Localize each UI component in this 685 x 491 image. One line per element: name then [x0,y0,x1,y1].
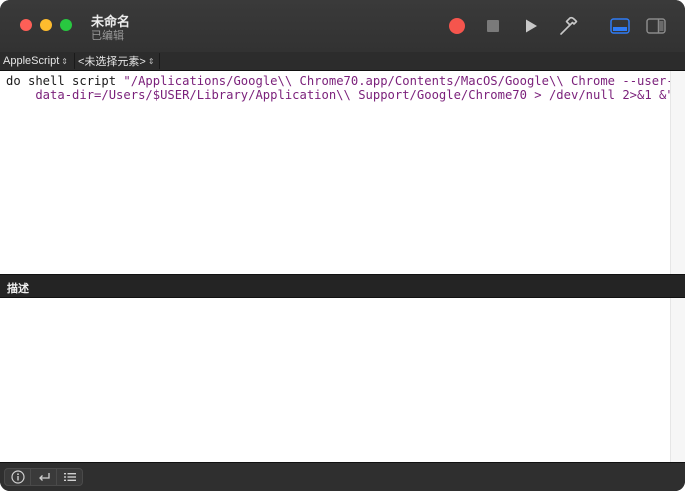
view-segmented-control [4,468,83,486]
close-window-button[interactable] [20,19,32,31]
description-label: 描述 [7,283,29,295]
minimize-window-button[interactable] [40,19,52,31]
zoom-window-button[interactable] [60,19,72,31]
editor-scrollbar[interactable] [670,71,685,274]
up-down-chevron-icon: ⇕ [147,56,155,66]
compile-button[interactable] [557,15,579,37]
title-bar: 未命名 已编辑 [0,0,685,53]
sidebar-icon [646,18,666,34]
language-popup-label: AppleScript [3,55,60,67]
navigation-bar: AppleScript ⇕ <未选择元素> ⇕ [0,52,685,71]
reply-icon [38,473,50,481]
script-editor-window: 未命名 已编辑 AppleScript ⇕ <未选择元素> ⇕ do shell… [0,0,685,491]
stop-icon [487,20,499,32]
show-log-button[interactable] [609,15,631,37]
code-string-line2: data-dir=/Users/$USER/Library/Applicatio… [6,88,674,102]
events-list-button[interactable] [57,469,82,485]
element-popup-label: <未选择元素> [78,56,146,68]
window-subtitle: 已编辑 [91,30,124,42]
code-string-line1: "/Applications/Google\\ Chrome70.app/Con… [123,74,674,88]
description-field[interactable] [0,298,670,462]
info-button[interactable] [5,469,31,485]
stop-button[interactable] [482,15,504,37]
script-editor[interactable]: do shell script "/Applications/Google\\ … [0,71,674,274]
list-icon [63,473,76,481]
bottom-bar [0,462,685,491]
script-code: do shell script "/Applications/Google\\ … [6,74,674,102]
run-button[interactable] [520,15,542,37]
record-icon [449,18,465,34]
code-command: do shell script [6,74,124,88]
up-down-chevron-icon: ⇕ [61,56,68,66]
description-scrollbar[interactable] [670,298,685,462]
record-button[interactable] [446,15,468,37]
description-header[interactable]: 描述 [0,274,685,298]
language-popup[interactable]: AppleScript ⇕ [0,53,75,69]
show-sidebar-button[interactable] [645,15,667,37]
element-popup[interactable]: <未选择元素> ⇕ [75,53,160,69]
info-icon [10,470,25,484]
hammer-icon [560,16,578,35]
play-icon [526,19,537,33]
replies-button[interactable] [31,469,57,485]
bottom-panel-icon [610,18,630,34]
